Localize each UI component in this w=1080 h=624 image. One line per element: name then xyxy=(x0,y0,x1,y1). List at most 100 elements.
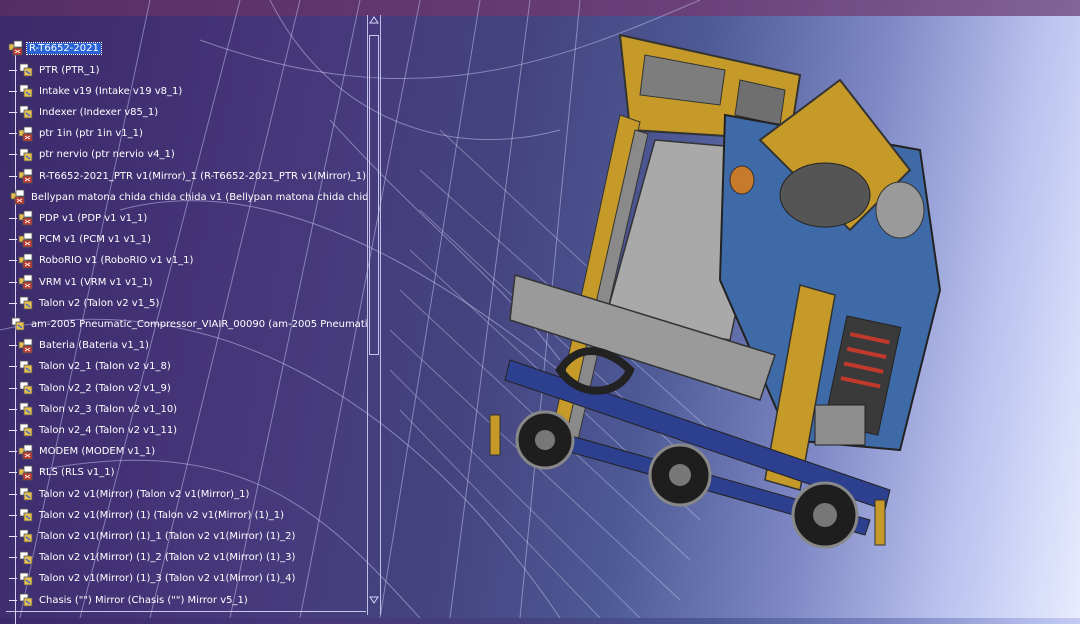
tree-branch-line xyxy=(9,472,17,474)
tree-branch-line xyxy=(9,535,17,537)
part-icon xyxy=(19,148,33,162)
tree-branch-line xyxy=(9,175,17,177)
scroll-up-arrow-icon[interactable] xyxy=(369,15,379,25)
tree-item[interactable]: Talon v2 v1(Mirror) (1)_2 (Talon v2 v1(M… xyxy=(8,549,368,567)
tree-item[interactable]: Bateria (Bateria v1_1) xyxy=(8,337,368,355)
product-icon xyxy=(18,444,33,459)
tree-vertical-scrollbar[interactable] xyxy=(367,15,381,615)
tree-item-label: Chasis ("") Mirror (Chasis ("") Mirror v… xyxy=(39,594,248,606)
product-icon xyxy=(18,253,33,269)
tree-branch-line xyxy=(9,493,17,495)
tree-item-label: PTR (PTR_1) xyxy=(39,64,100,76)
product-icon xyxy=(18,232,33,247)
scroll-down-arrow-icon[interactable] xyxy=(369,595,379,605)
tree-item[interactable]: Bellypan matona chida chida chida v1 (Be… xyxy=(8,188,368,206)
tree-item[interactable]: Talon v2_2 (Talon v2 v1_9) xyxy=(8,379,368,397)
tree-item-label: Talon v2 v1(Mirror) (1)_2 (Talon v2 v1(M… xyxy=(39,552,296,564)
product-icon xyxy=(18,274,33,290)
tree-branch-line xyxy=(9,217,17,219)
product-icon xyxy=(18,465,33,481)
tree-item[interactable]: Talon v2_3 (Talon v2 v1_10) xyxy=(8,400,368,418)
tree-item-label: Intake v19 (Intake v19 v8_1) xyxy=(39,85,183,97)
tree-branch-line xyxy=(9,387,17,389)
tree-item-label: Talon v2 v1(Mirror) (1)_3 (Talon v2 v1(M… xyxy=(39,573,296,585)
tree-item[interactable]: am-2005 Pneumatic_Compressor_VIAIR_00090… xyxy=(8,315,368,333)
tree-item[interactable]: RLS (RLS v1_1) xyxy=(8,464,368,482)
tree-root-node[interactable]: R-T6652-2021 xyxy=(8,39,368,57)
tree-item-label: Talon v2 (Talon v2 v1_5) xyxy=(39,297,160,309)
tree-item-label: ptr nervio (ptr nervio v4_1) xyxy=(39,149,175,161)
tree-item[interactable]: Talon v2 v1(Mirror) (1) (Talon v2 v1(Mir… xyxy=(8,506,368,524)
tree-branch-line xyxy=(9,599,17,601)
tree-item-label: Indexer (Indexer v85_1) xyxy=(39,106,159,118)
part-icon xyxy=(19,487,33,501)
tree-item[interactable]: ptr nervio (ptr nervio v4_1) xyxy=(8,146,368,164)
tree-item-label: R-T6652-2021 xyxy=(26,41,102,55)
part-icon xyxy=(19,296,33,310)
tree-item[interactable]: R-T6652-2021_PTR v1(Mirror)_1 (R-T6652-2… xyxy=(8,167,368,185)
tree-branch-line xyxy=(9,429,17,431)
tree-branch-line xyxy=(9,133,17,135)
part-icon xyxy=(19,551,33,564)
tree-branch-line xyxy=(9,557,17,559)
product-icon xyxy=(18,168,33,184)
part-icon xyxy=(19,360,33,374)
product-icon xyxy=(10,189,25,205)
part-icon xyxy=(19,402,33,416)
product-icon xyxy=(18,126,33,141)
tree-branch-line xyxy=(9,111,17,113)
tree-item-label: PCM v1 (PCM v1 v1_1) xyxy=(39,234,152,246)
tree-branch-line xyxy=(9,90,17,92)
tree-item[interactable]: Talon v2_1 (Talon v2 v1_8) xyxy=(8,358,368,376)
tree-horizontal-scrollbar[interactable] xyxy=(6,611,366,618)
tree-branch-line xyxy=(9,514,17,516)
tree-item-label: Talon v2 v1(Mirror) (1)_1 (Talon v2 v1(M… xyxy=(39,530,296,542)
tree-item[interactable]: Talon v2 (Talon v2 v1_5) xyxy=(8,294,368,312)
tree-item-label: ptr 1in (ptr 1in v1_1) xyxy=(39,128,143,140)
scroll-thumb[interactable] xyxy=(369,35,379,355)
tree-item[interactable]: Talon v2 v1(Mirror) (Talon v2 v1(Mirror)… xyxy=(8,485,368,503)
part-icon xyxy=(19,593,33,607)
tree-branch-line xyxy=(9,260,17,262)
tree-item-label: Talon v2_1 (Talon v2 v1_8) xyxy=(39,361,171,373)
tree-item-label: PDP v1 (PDP v1 v1_1) xyxy=(39,212,148,224)
tree-item[interactable]: Chasis ("") Mirror (Chasis ("") Mirror v… xyxy=(8,591,368,609)
tree-item-label: R-T6652-2021_PTR v1(Mirror)_1 (R-T6652-2… xyxy=(38,170,366,182)
tree-item-label: MODEM (MODEM v1_1) xyxy=(39,446,156,458)
tree-item-label: Talon v2_4 (Talon v2 v1_11) xyxy=(39,424,178,436)
tree-item[interactable]: Talon v2 v1(Mirror) (1)_3 (Talon v2 v1(M… xyxy=(8,570,368,588)
robot-3d-model[interactable] xyxy=(470,20,980,560)
tree-item[interactable]: Intake v19 (Intake v19 v8_1) xyxy=(8,82,368,100)
tree-item[interactable]: Talon v2 v1(Mirror) (1)_1 (Talon v2 v1(M… xyxy=(8,527,368,545)
tree-item[interactable]: MODEM (MODEM v1_1) xyxy=(8,443,368,461)
tree-item[interactable]: Talon v2_4 (Talon v2 v1_11) xyxy=(8,421,368,439)
tree-item[interactable]: RoboRIO v1 (RoboRIO v1 v1_1) xyxy=(8,252,368,270)
tree-item-label: Talon v2_3 (Talon v2 v1_10) xyxy=(39,403,178,415)
part-icon xyxy=(19,529,33,543)
tree-item[interactable]: PTR (PTR_1) xyxy=(8,61,368,79)
tree-branch-line xyxy=(9,239,17,241)
tree-item-label: RLS (RLS v1_1) xyxy=(39,467,115,479)
tree-item[interactable]: Indexer (Indexer v85_1) xyxy=(8,103,368,121)
part-icon xyxy=(19,508,33,522)
tree-item[interactable]: PCM v1 (PCM v1 v1_1) xyxy=(8,231,368,249)
product-icon xyxy=(18,338,33,353)
part-icon xyxy=(19,572,33,586)
tree-item-label: VRM v1 (VRM v1 v1_1) xyxy=(39,276,153,288)
tree-item-label: Talon v2 v1(Mirror) (Talon v2 v1(Mirror)… xyxy=(39,488,250,500)
tree-branch-line xyxy=(9,345,17,347)
part-icon xyxy=(19,84,33,98)
tree-branch-line xyxy=(9,154,17,156)
tree-branch-line xyxy=(9,408,17,410)
tree-branch-line xyxy=(9,451,17,453)
tree-item-label: Bellypan matona chida chida chida v1 (Be… xyxy=(31,191,368,203)
tree-item[interactable]: VRM v1 (VRM v1 v1_1) xyxy=(8,273,368,291)
part-icon xyxy=(19,381,33,395)
tree-item-label: RoboRIO v1 (RoboRIO v1 v1_1) xyxy=(39,255,194,267)
tree-item[interactable]: ptr 1in (ptr 1in v1_1) xyxy=(8,125,368,143)
tree-branch-line xyxy=(9,366,17,368)
tree-branch-line xyxy=(9,281,17,283)
product-icon xyxy=(8,40,23,56)
tree-branch-line xyxy=(9,302,17,304)
tree-item[interactable]: PDP v1 (PDP v1 v1_1) xyxy=(8,209,368,227)
